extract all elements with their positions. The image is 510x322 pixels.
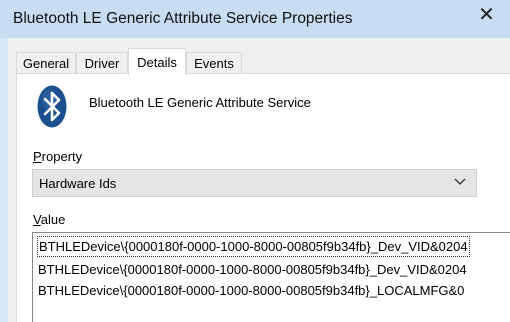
value-list[interactable]: BTHLEDevice\{0000180f-0000-1000-8000-008…	[32, 232, 510, 322]
close-icon: ✕	[478, 4, 495, 26]
list-item[interactable]: BTHLEDevice\{0000180f-0000-1000-8000-008…	[38, 281, 464, 301]
value-label-rest: alue	[40, 212, 66, 227]
property-selected-value: Hardware Ids	[39, 176, 117, 191]
tab-general[interactable]: General	[16, 52, 76, 74]
property-label-accel: P	[33, 149, 42, 164]
list-item[interactable]: BTHLEDevice\{0000180f-0000-1000-8000-008…	[38, 260, 467, 280]
list-item[interactable]: BTHLEDevice\{0000180f-0000-1000-8000-008…	[37, 236, 470, 257]
close-button[interactable]: ✕	[463, 0, 510, 30]
tab-events[interactable]: Events	[186, 52, 242, 74]
value-label: Value	[33, 212, 65, 227]
tab-label: Events	[194, 56, 234, 71]
property-label-rest: roperty	[41, 149, 83, 164]
tab-driver[interactable]: Driver	[76, 52, 128, 74]
property-dropdown[interactable]: Hardware Ids	[32, 169, 477, 197]
tab-label: General	[22, 56, 70, 71]
device-name: Bluetooth LE Generic Attribute Service	[89, 95, 311, 110]
tab-label: Driver	[84, 56, 120, 71]
value-label-accel: V	[33, 212, 41, 227]
tab-label: Details	[137, 54, 177, 70]
window-title: Bluetooth LE Generic Attribute Service P…	[13, 10, 353, 27]
title-bar[interactable]: Bluetooth LE Generic Attribute Service P…	[0, 0, 510, 38]
property-label: Property	[33, 149, 82, 164]
tab-details[interactable]: Details	[128, 48, 186, 75]
chevron-down-icon	[454, 178, 466, 185]
bluetooth-icon	[37, 85, 67, 128]
